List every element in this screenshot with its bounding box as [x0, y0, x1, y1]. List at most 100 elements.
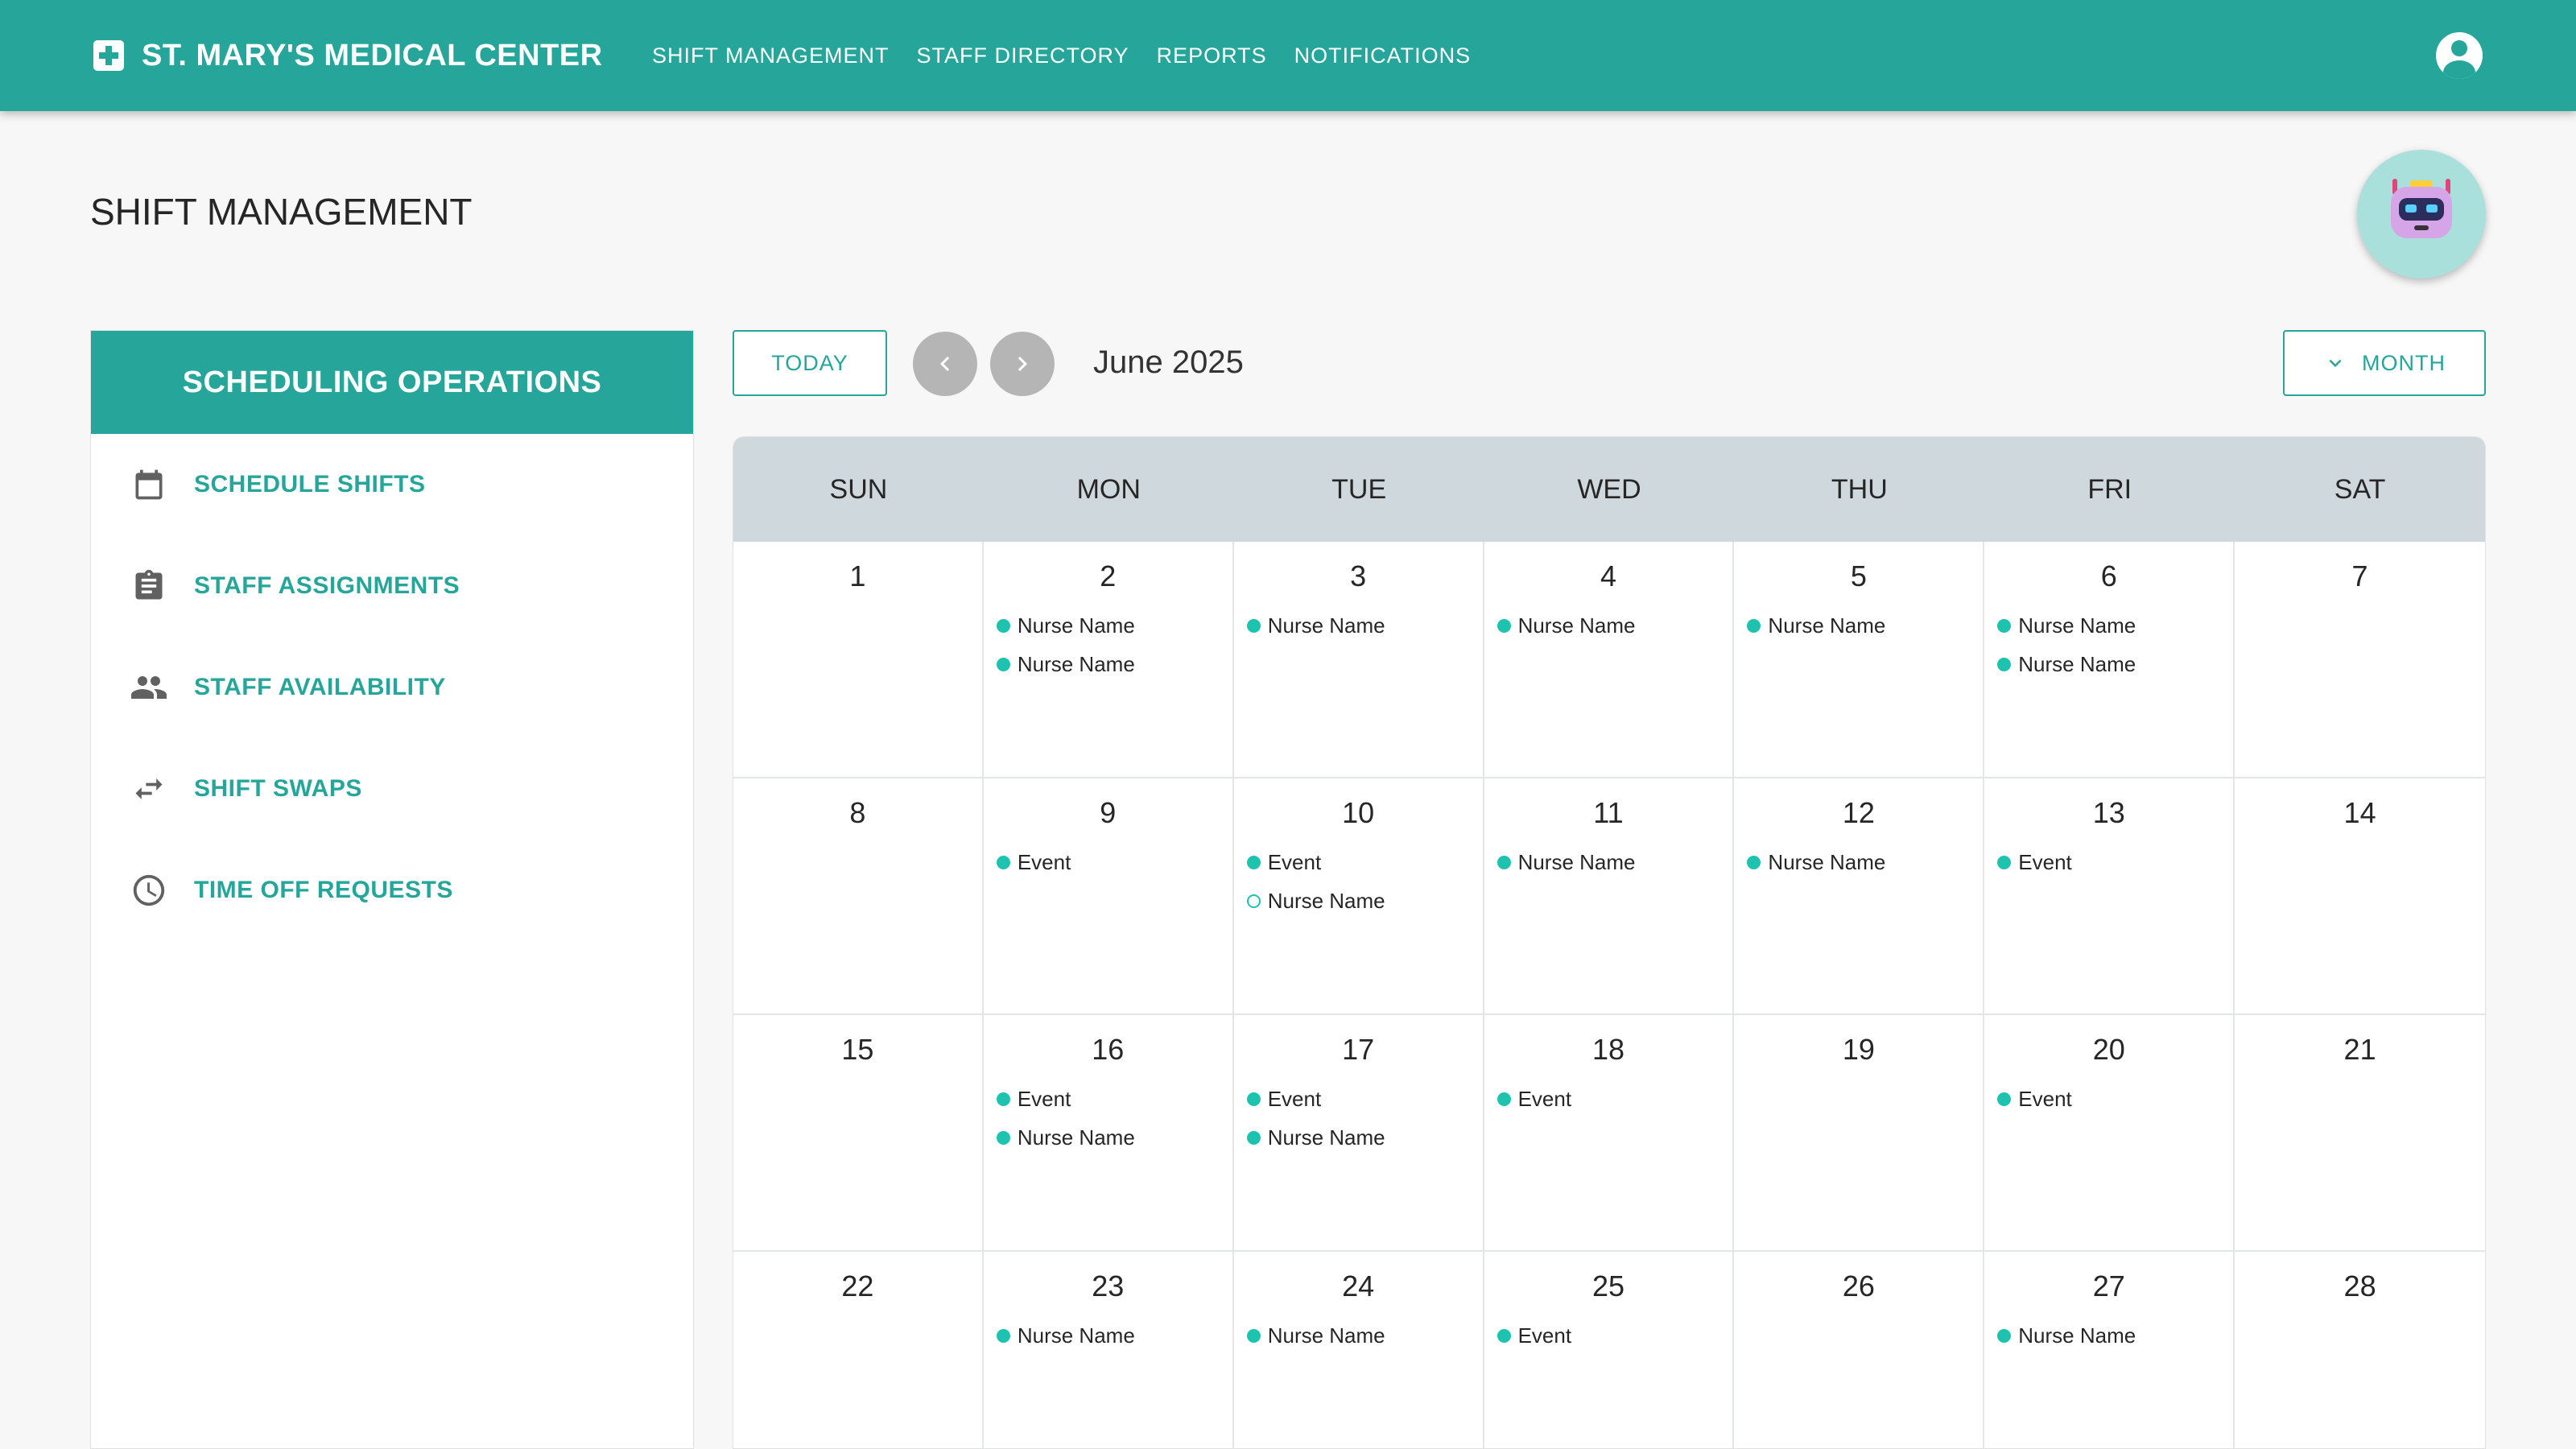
people-icon: [130, 668, 168, 707]
calendar-day-cell[interactable]: 6 Nurse Name Nurse Name: [1984, 542, 2235, 778]
app-title: ST. MARY'S MEDICAL CENTER: [142, 38, 603, 72]
calendar-day-cell[interactable]: 7: [2235, 542, 2485, 778]
calendar-event[interactable]: Nurse Name: [1246, 1118, 1483, 1157]
calendar-day-cell[interactable]: 8: [733, 778, 984, 1015]
nav-shift-management[interactable]: SHIFT MANAGEMENT: [652, 43, 890, 68]
calendar-day-cell[interactable]: 11 Nurse Name: [1484, 778, 1735, 1015]
calendar-day-cell[interactable]: 3 Nurse Name: [1233, 542, 1484, 778]
calendar-event[interactable]: Nurse Name: [996, 1118, 1232, 1157]
calendar-event[interactable]: Nurse Name: [1997, 606, 2233, 645]
day-number: 6: [2100, 559, 2117, 592]
calendar-event[interactable]: Nurse Name: [1997, 645, 2233, 683]
nav-staff-directory[interactable]: STAFF DIRECTORY: [917, 43, 1129, 68]
day-number: 11: [1593, 796, 1624, 829]
calendar-day-cell[interactable]: 1: [733, 542, 984, 778]
today-button[interactable]: TODAY: [733, 330, 887, 396]
calendar-event[interactable]: Event: [1997, 843, 2233, 881]
calendar-day-cell[interactable]: 18 Event: [1484, 1015, 1735, 1252]
calendar-event[interactable]: Event: [1997, 1080, 2233, 1118]
day-number: 4: [1600, 559, 1616, 592]
event-dot-icon: [1747, 855, 1761, 869]
next-month-button[interactable]: [990, 332, 1055, 396]
calendar-event[interactable]: Event: [996, 1080, 1232, 1118]
sidebar-item-time-off-requests[interactable]: TIME OFF REQUESTS: [91, 840, 693, 941]
calendar-event[interactable]: Event: [1246, 843, 1483, 881]
current-month-label: June 2025: [1093, 345, 1244, 380]
event-label: Nurse Name: [1267, 1323, 1385, 1348]
calendar-day-cell[interactable]: 17 Event Nurse Name: [1233, 1015, 1484, 1252]
calendar-event[interactable]: Event: [1496, 1080, 1733, 1118]
calendar-day-cell[interactable]: 13 Event: [1984, 778, 2235, 1015]
event-dot-icon: [1997, 1328, 2012, 1343]
previous-month-button[interactable]: [913, 332, 977, 396]
account-circle-icon[interactable]: [2436, 32, 2483, 79]
calendar-event[interactable]: Event: [1496, 1316, 1733, 1355]
calendar-day-cell[interactable]: 10 Event Nurse Name: [1233, 778, 1484, 1015]
event-label: Event: [1017, 1086, 1071, 1111]
brand[interactable]: ST. MARY'S MEDICAL CENTER: [93, 0, 603, 111]
sidebar-item-staff-availability[interactable]: STAFF AVAILABILITY: [91, 637, 693, 738]
sidebar-item-schedule-shifts[interactable]: SCHEDULE SHIFTS: [91, 434, 693, 535]
calendar-day-cell[interactable]: 24 Nurse Name: [1234, 1252, 1484, 1448]
sidebar-item-staff-assignments[interactable]: STAFF ASSIGNMENTS: [91, 535, 693, 637]
calendar-day-cell[interactable]: 16 Event Nurse Name: [983, 1015, 1234, 1252]
calendar-day-cell[interactable]: 25 Event: [1484, 1252, 1735, 1448]
calendar-event[interactable]: Nurse Name: [1496, 606, 1733, 645]
weekday-header: SUN MON TUE WED THU FRI SAT: [733, 437, 2485, 542]
sidebar-item-shift-swaps[interactable]: SHIFT SWAPS: [91, 738, 693, 840]
event-dot-icon: [996, 618, 1010, 633]
event-dot-icon: [1997, 657, 2012, 671]
event-list: Nurse Name Nurse Name: [984, 606, 1232, 683]
calendar-event[interactable]: Nurse Name: [996, 1316, 1232, 1355]
calendar-day-cell[interactable]: 14: [2235, 778, 2485, 1015]
nav-notifications[interactable]: NOTIFICATIONS: [1294, 43, 1472, 68]
calendar-event[interactable]: Nurse Name: [1246, 1316, 1483, 1355]
nav-reports[interactable]: REPORTS: [1157, 43, 1267, 68]
medical-cross-icon: [93, 40, 124, 71]
calendar-day-cell[interactable]: 19: [1734, 1015, 1985, 1252]
event-label: Nurse Name: [2018, 613, 2136, 638]
calendar-day-cell[interactable]: 12 Nurse Name: [1734, 778, 1985, 1015]
calendar-day-cell[interactable]: 15: [733, 1015, 984, 1252]
event-list: Nurse Name: [1734, 843, 1983, 881]
page-title: SHIFT MANAGEMENT: [90, 191, 473, 233]
event-dot-icon: [996, 1092, 1010, 1106]
calendar-day-cell[interactable]: 27 Nurse Name: [1984, 1252, 2235, 1448]
calendar-event[interactable]: Nurse Name: [1997, 1316, 2233, 1355]
event-label: Nurse Name: [1017, 1125, 1135, 1150]
day-number: 28: [2343, 1269, 2376, 1302]
calendar-event[interactable]: Nurse Name: [1747, 843, 1983, 881]
day-number: 19: [1842, 1033, 1875, 1066]
calendar-icon: [130, 465, 168, 504]
event-label: Nurse Name: [1768, 849, 1886, 874]
calendar-day-cell[interactable]: 28: [2235, 1252, 2485, 1448]
month-calendar: SUN MON TUE WED THU FRI SAT 1 2 Nurse Name…: [733, 436, 2486, 1449]
calendar-day-cell[interactable]: 20 Event: [1984, 1015, 2235, 1252]
view-select-button[interactable]: MONTH: [2283, 330, 2486, 396]
event-list: Nurse Name: [1234, 606, 1483, 645]
event-list: Event Nurse Name: [1234, 1080, 1483, 1157]
calendar-event[interactable]: Event: [996, 843, 1232, 881]
calendar-day-cell[interactable]: 9 Event: [983, 778, 1234, 1015]
calendar-event[interactable]: Nurse Name: [1246, 606, 1483, 645]
calendar-day-cell[interactable]: 21: [2235, 1015, 2485, 1252]
calendar-day-cell[interactable]: 4 Nurse Name: [1484, 542, 1735, 778]
calendar-event[interactable]: Nurse Name: [996, 606, 1232, 645]
calendar-day-cell[interactable]: 26: [1734, 1252, 1985, 1448]
calendar-event[interactable]: Nurse Name: [1747, 606, 1983, 645]
calendar-event[interactable]: Event: [1246, 1080, 1483, 1118]
event-dot-icon: [1496, 855, 1511, 869]
event-list: Nurse Name: [1234, 1316, 1483, 1355]
calendar-day-cell[interactable]: 22: [733, 1252, 984, 1448]
event-label: Event: [1267, 849, 1322, 874]
assistant-robot-avatar[interactable]: [2357, 150, 2486, 279]
calendar-event[interactable]: Nurse Name: [996, 645, 1232, 683]
calendar-day-cell[interactable]: 23 Nurse Name: [984, 1252, 1234, 1448]
weekday-label: WED: [1577, 473, 1641, 505]
calendar-event[interactable]: Nurse Name: [1496, 843, 1733, 881]
calendar-day-cell[interactable]: 2 Nurse Name Nurse Name: [983, 542, 1234, 778]
day-number: 9: [1100, 796, 1117, 829]
event-list: Nurse Name Nurse Name: [1984, 606, 2233, 683]
calendar-event[interactable]: Nurse Name: [1246, 881, 1483, 920]
calendar-day-cell[interactable]: 5 Nurse Name: [1734, 542, 1985, 778]
